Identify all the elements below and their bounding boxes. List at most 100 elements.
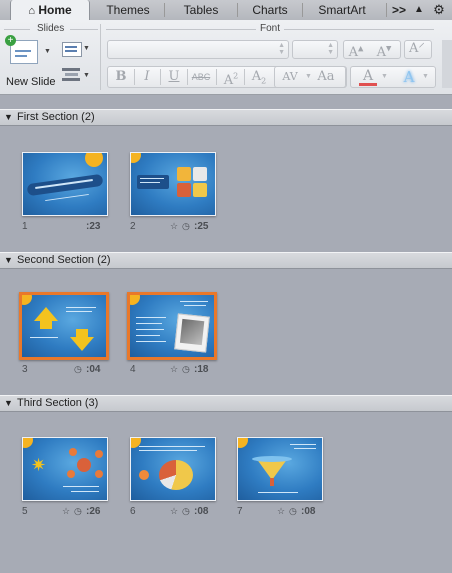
timing-icon: ◷ [182, 506, 190, 516]
slide-thumbnail-selected[interactable] [127, 292, 217, 360]
slide-text-line [136, 341, 166, 342]
slide-timing: :04 [86, 364, 101, 375]
tab-charts[interactable]: Charts [238, 0, 302, 20]
transition-icon: ☆ [62, 506, 71, 516]
slide-timing: :26 [86, 506, 101, 517]
subscript-button[interactable]: A2 [248, 68, 270, 86]
slide-meta: 4 ☆ ◷ :18 [130, 364, 216, 376]
section-header[interactable]: ▼ Second Section (2) [0, 252, 452, 269]
character-spacing-button[interactable]: AV ▼ Aa [274, 66, 346, 88]
tab-themes[interactable]: Themes [92, 0, 164, 20]
slide-text-line [66, 311, 92, 312]
layout-button[interactable]: ▼ [62, 42, 90, 57]
slide-pie-graphic [159, 460, 193, 490]
slide-sorter: ▼ First Section (2) 1 :23 2 ☆ ◷ :25 ▼ Se… [0, 95, 452, 573]
grow-font-button[interactable]: A▲ [345, 40, 367, 60]
strikethrough-button[interactable]: ABC [190, 68, 212, 86]
group-divider-line [284, 29, 434, 30]
slide-text-line [290, 444, 316, 445]
shrink-font-button[interactable]: A▼ [373, 40, 395, 61]
new-slide-button[interactable]: + ▼ New Slide [5, 35, 56, 90]
ribbon-settings-button[interactable]: ⚙ [430, 0, 448, 20]
underline-button[interactable]: U [163, 68, 185, 86]
slide-thumbnail[interactable] [22, 152, 108, 216]
chevron-down-icon: ▼ [305, 73, 312, 80]
group-divider-line [4, 29, 30, 30]
superscript-button[interactable]: A2 [220, 68, 242, 88]
tab-charts-label: Charts [252, 3, 288, 17]
clear-formatting-button[interactable]: A⸍ [404, 40, 432, 59]
timing-icon: ◷ [74, 364, 82, 374]
chevron-down-icon: ▼ [422, 73, 429, 80]
slide-text-line [140, 182, 160, 183]
slide-orbit-circle [67, 470, 75, 478]
group-divider-line [70, 29, 98, 30]
slide-meta: 1 :23 [22, 221, 108, 233]
bold-button[interactable]: B [110, 68, 132, 86]
collapse-ribbon-button[interactable]: ▲ [412, 0, 426, 20]
slide-thumbnail-selected[interactable] [19, 292, 109, 360]
triangle-down-icon: ▼ [4, 398, 13, 408]
slide-timing: :23 [86, 221, 101, 232]
slide-graphic-box [177, 167, 191, 181]
more-tabs-button[interactable]: >> [389, 0, 409, 20]
ribbon-scroll-indicator [442, 40, 452, 88]
italic-button[interactable]: I [136, 68, 158, 86]
slide-text-line [136, 329, 164, 330]
slide-text-line [66, 307, 96, 308]
gear-icon: ⚙ [433, 2, 445, 17]
strikethrough-icon: ABC [191, 72, 211, 82]
slide-thumbnail[interactable]: ✷ [22, 437, 108, 501]
slide-text-line [63, 486, 99, 487]
new-slide-icon: + [5, 35, 38, 64]
button-divider [187, 69, 188, 85]
slide-arrow-down-graphic [70, 337, 94, 351]
tab-smartart-label: SmartArt [318, 3, 366, 17]
timing-icon: ◷ [74, 506, 82, 516]
layout-icon [62, 42, 82, 57]
slide-thumbnail[interactable] [237, 437, 323, 501]
new-slide-label: New Slide [6, 76, 56, 88]
font-color-button[interactable]: A [357, 68, 379, 86]
slide-center-circle [77, 458, 91, 472]
tab-smartart[interactable]: SmartArt [303, 0, 381, 20]
slide-text-line [184, 305, 206, 306]
chevron-down-icon: ▼ [44, 48, 51, 55]
font-group-label: Font [260, 23, 281, 34]
slide-funnel-stem [270, 478, 274, 486]
slide-meta: 6 ☆ ◷ :08 [130, 506, 216, 518]
text-effects-button[interactable]: A [399, 68, 419, 86]
chevron-up-icon: ▲ [414, 4, 424, 15]
section-header[interactable]: ▼ First Section (2) [0, 109, 452, 126]
slide-number: 5 [22, 506, 28, 517]
slide-text-line [136, 317, 166, 318]
dropdown-arrows-icon: ▲ ▼ [327, 42, 334, 56]
slide-thumbnail[interactable] [130, 437, 216, 501]
slide-text-line [294, 448, 316, 449]
section-header[interactable]: ▼ Third Section (3) [0, 395, 452, 412]
slide-arrow-up-stem [40, 321, 52, 329]
slide-thumbnail[interactable] [130, 152, 216, 216]
slide-timing: :08 [194, 506, 209, 517]
slide-callout [139, 470, 149, 480]
transition-icon: ☆ [170, 364, 179, 374]
triangle-down-icon: ▼ [4, 255, 13, 265]
underline-icon: U [168, 69, 180, 84]
section-button[interactable]: ▼ [62, 68, 90, 84]
slide-timing: :25 [194, 221, 209, 232]
character-spacing-icon: AV [282, 70, 298, 83]
group-separator [100, 24, 101, 90]
slide-text-line [30, 337, 58, 338]
shrink-font-icon: A▼ [376, 45, 392, 61]
tab-home[interactable]: ⌂ Home [10, 0, 90, 21]
font-name-dropdown[interactable]: ▲ ▼ [107, 40, 289, 59]
transition-icon: ☆ [170, 221, 179, 231]
tab-tables[interactable]: Tables [165, 0, 237, 20]
font-size-dropdown[interactable]: ▲ ▼ [292, 40, 338, 59]
ribbon-tab-bar: ⌂ Home Themes Tables Charts SmartArt >> … [0, 0, 452, 21]
tab-home-label: Home [38, 3, 72, 17]
text-effects-icon: A [403, 68, 415, 86]
slide-text-line [136, 323, 162, 324]
timing-icon: ◷ [289, 506, 297, 516]
slide-number: 2 [130, 221, 136, 232]
